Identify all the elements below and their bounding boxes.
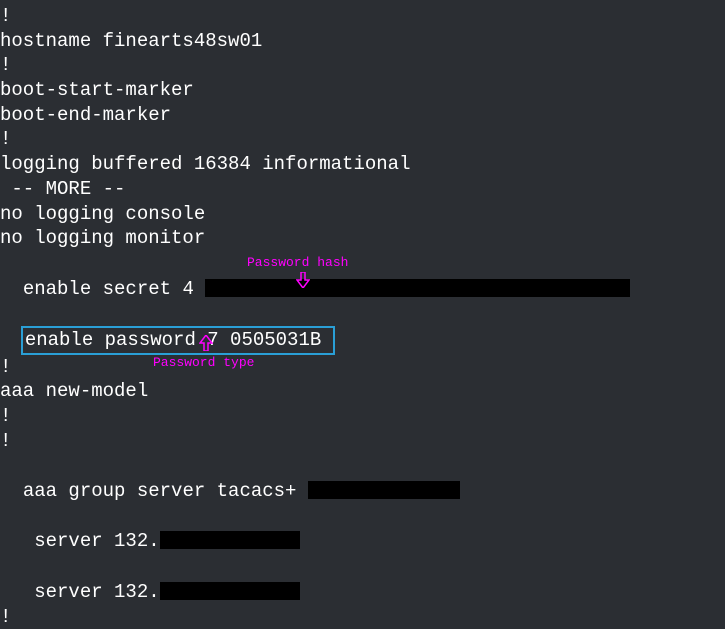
redacted-server-ip: [160, 531, 300, 549]
redacted-password-hash: [205, 279, 630, 297]
config-line: !: [0, 429, 725, 454]
config-line: hostname finearts48sw01: [0, 29, 725, 54]
arrow-up-icon: [199, 335, 213, 351]
config-more-prompt: -- MORE --: [0, 177, 725, 202]
config-line: boot-end-marker: [0, 103, 725, 128]
redacted-tacacs-name: [308, 481, 460, 499]
enable-secret-prefix: enable secret 4: [23, 278, 205, 300]
highlighted-password-box: enable password 7 0505031B: [21, 326, 335, 355]
config-enable-secret-line: enable secret 4: [0, 251, 725, 301]
config-line: !: [0, 4, 725, 29]
config-server-line: server 132.: [0, 504, 725, 554]
config-line: no logging monitor: [0, 226, 725, 251]
config-server-line: server 132.: [0, 554, 725, 604]
config-line: !: [0, 127, 725, 152]
config-line: !: [0, 404, 725, 429]
redacted-server-ip: [160, 582, 300, 600]
config-line: logging buffered 16384 informational: [0, 152, 725, 177]
config-line: boot-start-marker: [0, 78, 725, 103]
server-prefix: server 132.: [23, 530, 160, 552]
config-line: aaa new-model: [0, 379, 725, 404]
annotation-password-type: Password type: [153, 355, 254, 372]
config-line: no logging console: [0, 202, 725, 227]
annotation-password-hash: Password hash: [247, 255, 348, 272]
config-tacacs-line: aaa group server tacacs+: [0, 453, 725, 503]
server-prefix: server 132.: [23, 581, 160, 603]
config-line: !: [0, 355, 725, 380]
config-line: !: [0, 605, 725, 629]
config-line: !: [0, 53, 725, 78]
tacacs-prefix: aaa group server tacacs+: [23, 480, 308, 502]
config-enable-password-line: enable password 7 0505031B: [0, 301, 725, 354]
arrow-down-icon: [296, 272, 310, 288]
